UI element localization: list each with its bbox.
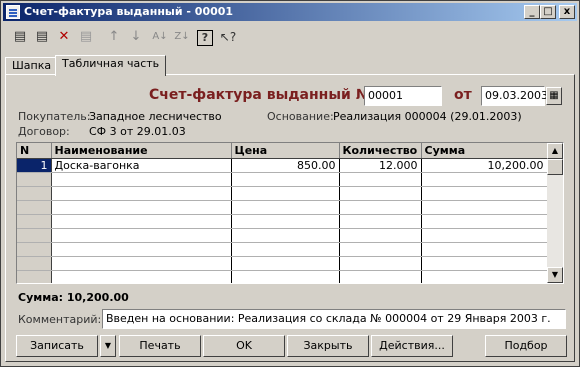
maximize-button[interactable]: □ <box>540 5 556 19</box>
table-row[interactable]: 1 Доска-вагонка 850.00 12.000 10,200.00 <box>17 158 548 173</box>
sort-desc-icon[interactable]: Z↓ <box>173 28 191 46</box>
title-bar[interactable]: Счет-фактура выданный - 00001 _ □ x <box>3 3 577 21</box>
print-button[interactable]: Печать <box>119 335 201 357</box>
document-heading: Счет-фактура выданный № <box>149 87 373 103</box>
copy-row-icon[interactable]: ▤ <box>33 28 51 46</box>
date-label: от <box>454 87 472 103</box>
close-button[interactable]: Закрыть <box>287 335 369 357</box>
price-cell[interactable]: 850.00 <box>231 158 340 173</box>
contract-value: СФ 3 от 29.01.03 <box>89 125 186 138</box>
basis-value: Реализация 000004 (29.01.2003) <box>333 110 522 123</box>
empty-row[interactable] <box>17 270 548 283</box>
quantity-cell[interactable]: 12.000 <box>339 158 422 173</box>
save-button[interactable]: Записать <box>16 335 98 357</box>
sum-cell[interactable]: 10,200.00 <box>421 158 548 173</box>
total-sum: Сумма: 10,200.00 <box>18 291 129 304</box>
tab-strip: Шапка Табличная часть <box>5 55 575 76</box>
save-menu-dropdown-icon[interactable]: ▼ <box>100 335 116 357</box>
scroll-down-icon[interactable]: ▼ <box>547 267 563 283</box>
close-window-button[interactable]: x <box>559 5 575 19</box>
ok-button[interactable]: OK <box>203 335 285 357</box>
scroll-thumb[interactable] <box>547 159 563 175</box>
disabled-row-icon[interactable]: ▤ <box>77 28 95 46</box>
minimize-button[interactable]: _ <box>524 5 540 19</box>
comment-field[interactable]: Введен на основании: Реализация со склад… <box>102 309 566 329</box>
column-header-quantity[interactable]: Количество <box>339 143 422 159</box>
calendar-icon[interactable]: ▦ <box>546 87 562 105</box>
select-button[interactable]: Подбор <box>485 335 567 357</box>
row-number-cell[interactable]: 1 <box>17 158 52 173</box>
document-icon <box>6 5 20 19</box>
contract-label: Договор: <box>18 125 70 138</box>
actions-button[interactable]: Действия... <box>371 335 453 357</box>
empty-row[interactable] <box>17 200 548 215</box>
name-cell[interactable]: Доска-вагонка <box>51 158 232 173</box>
items-table[interactable]: N Наименование Цена Количество Сумма 1 Д… <box>16 142 564 284</box>
context-help-icon[interactable]: ↖? <box>219 28 237 46</box>
column-header-n[interactable]: N <box>17 143 52 159</box>
document-window: Счет-фактура выданный - 00001 _ □ x ▤ ▤ … <box>0 0 580 367</box>
empty-row[interactable] <box>17 214 548 229</box>
empty-row[interactable] <box>17 186 548 201</box>
empty-row[interactable] <box>17 256 548 271</box>
empty-row[interactable] <box>17 242 548 257</box>
new-row-icon[interactable]: ▤ <box>11 28 29 46</box>
vertical-scrollbar[interactable]: ▲ ▼ <box>547 143 563 283</box>
sort-asc-icon[interactable]: A↓ <box>151 28 169 46</box>
tab-header[interactable]: Шапка <box>5 57 59 75</box>
move-up-icon[interactable]: ↑ <box>105 28 123 46</box>
buyer-label: Покупатель: <box>18 110 91 123</box>
delete-row-icon[interactable]: ✕ <box>55 28 73 46</box>
column-header-name[interactable]: Наименование <box>51 143 232 159</box>
toolbar: ▤ ▤ ✕ ▤ ↑ ↓ A↓ Z↓ ? ↖? <box>5 25 575 49</box>
document-date-field[interactable]: 09.03.2003 <box>481 86 548 106</box>
column-header-sum[interactable]: Сумма <box>421 143 548 159</box>
document-number-field[interactable]: 00001 <box>364 86 442 106</box>
basis-label: Основание: <box>267 110 334 123</box>
table-header-row: N Наименование Цена Количество Сумма <box>17 143 548 159</box>
scroll-up-icon[interactable]: ▲ <box>547 143 563 159</box>
empty-row[interactable] <box>17 228 548 243</box>
window-title: Счет-фактура выданный - 00001 <box>24 5 234 18</box>
tab-table-part[interactable]: Табличная часть <box>55 55 167 76</box>
help-icon[interactable]: ? <box>197 30 213 46</box>
comment-label: Комментарий: <box>18 313 102 326</box>
column-header-price[interactable]: Цена <box>231 143 340 159</box>
empty-row[interactable] <box>17 172 548 187</box>
buyer-value: Западное лесничество <box>89 110 222 123</box>
move-down-icon[interactable]: ↓ <box>127 28 145 46</box>
